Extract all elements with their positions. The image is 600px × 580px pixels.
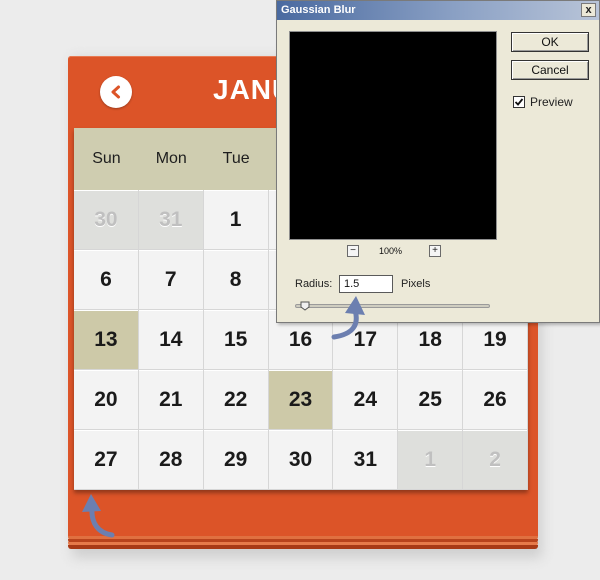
day-cell[interactable]: 23 <box>268 370 334 430</box>
day-cell[interactable]: 30 <box>268 430 334 490</box>
day-cell[interactable]: 27 <box>74 430 139 490</box>
day-cell[interactable]: 7 <box>138 250 204 310</box>
blur-preview-area[interactable] <box>289 31 497 240</box>
cancel-button[interactable]: Cancel <box>511 60 589 80</box>
pixels-label: Pixels <box>401 278 431 290</box>
radius-label: Radius: <box>295 278 333 290</box>
gaussian-blur-dialog: Gaussian Blur x − 100% + Radius: Pixels … <box>276 0 600 323</box>
preview-checkbox-row[interactable]: Preview <box>513 95 573 109</box>
preview-checkbox[interactable] <box>513 96 525 108</box>
weekday-label: Tue <box>222 150 250 167</box>
curved-arrow-icon <box>82 494 115 538</box>
day-cell[interactable]: 31 <box>333 430 399 490</box>
day-cell[interactable]: 29 <box>203 430 269 490</box>
day-cell[interactable]: 1 <box>203 190 269 250</box>
day-cell[interactable]: 13 <box>74 310 139 370</box>
zoom-out-button[interactable]: − <box>347 245 359 257</box>
close-button[interactable]: x <box>581 3 596 17</box>
day-cell[interactable]: 28 <box>138 430 204 490</box>
zoom-in-button[interactable]: + <box>429 245 441 257</box>
preview-label: Preview <box>530 95 573 109</box>
checkmark-icon <box>514 98 524 106</box>
day-cell[interactable]: 2 <box>463 430 528 490</box>
day-cell[interactable]: 6 <box>74 250 139 310</box>
dialog-title: Gaussian Blur <box>281 4 356 16</box>
day-cell[interactable]: 25 <box>398 370 464 430</box>
day-cell[interactable]: 21 <box>138 370 204 430</box>
day-cell[interactable]: 8 <box>203 250 269 310</box>
radius-slider-thumb[interactable] <box>300 301 310 311</box>
day-cell[interactable]: 22 <box>203 370 269 430</box>
day-cell[interactable]: 20 <box>74 370 139 430</box>
day-cell[interactable]: 30 <box>74 190 139 250</box>
ok-button[interactable]: OK <box>511 32 589 52</box>
weekday-label: Sun <box>92 150 121 167</box>
day-cell[interactable]: 14 <box>138 310 204 370</box>
radius-slider-track[interactable] <box>295 304 490 308</box>
curved-arrow-icon <box>331 296 365 340</box>
page-edge <box>68 545 538 549</box>
weekday-label: Mon <box>155 150 187 167</box>
chevron-left-icon <box>111 85 120 99</box>
day-cell[interactable]: 1 <box>398 430 464 490</box>
day-cell[interactable]: 26 <box>463 370 528 430</box>
zoom-level: 100% <box>379 246 403 256</box>
previous-month-button[interactable] <box>100 76 132 108</box>
day-cell[interactable]: 24 <box>333 370 399 430</box>
dialog-titlebar[interactable]: Gaussian Blur x <box>277 1 599 20</box>
day-cell[interactable]: 15 <box>203 310 269 370</box>
day-cell[interactable]: 31 <box>138 190 204 250</box>
zoom-controls: − 100% + <box>347 245 443 259</box>
